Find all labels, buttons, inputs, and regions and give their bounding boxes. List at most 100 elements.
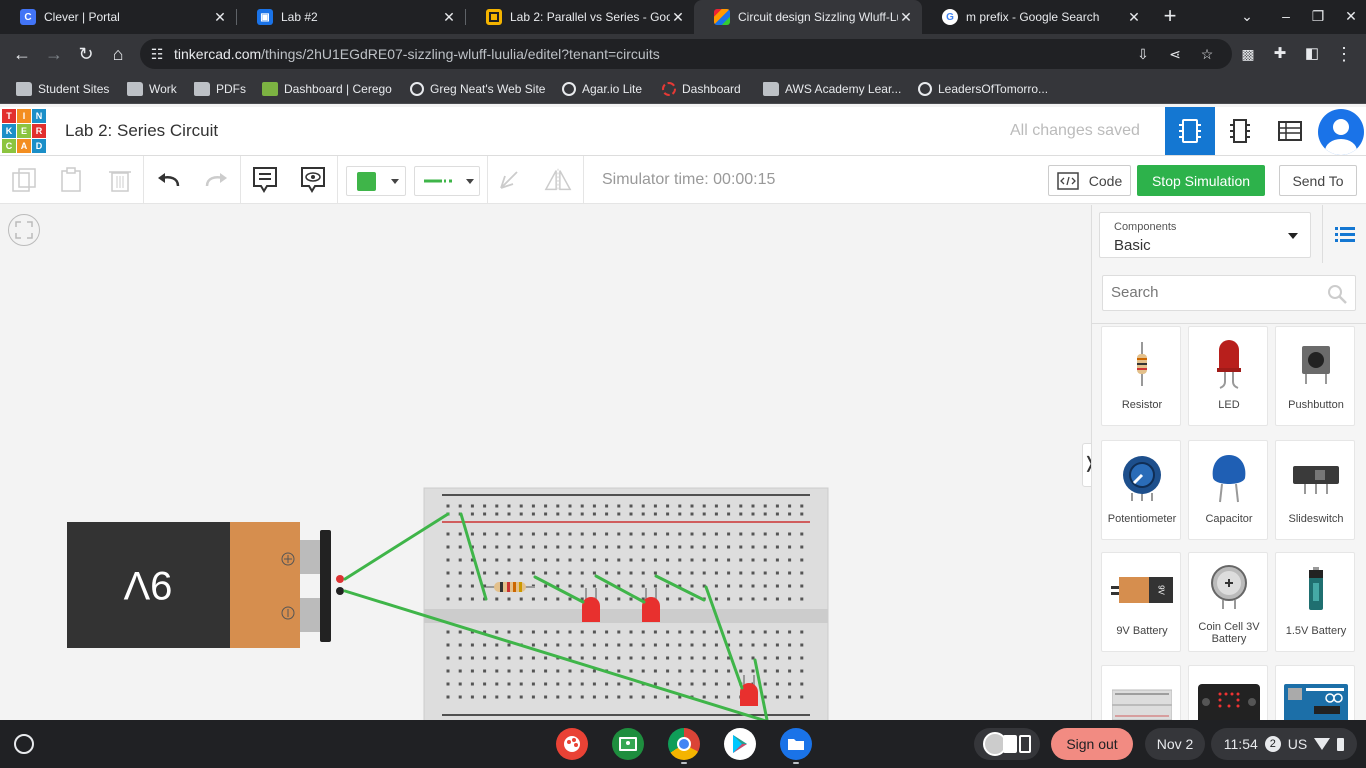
breadboard-hole[interactable] bbox=[775, 669, 779, 673]
breadboard-hole[interactable] bbox=[702, 558, 706, 562]
breadboard-hole[interactable] bbox=[800, 597, 804, 601]
breadboard-hole[interactable] bbox=[507, 656, 511, 660]
breadboard-hole[interactable] bbox=[531, 682, 535, 686]
schematic-view-button[interactable] bbox=[1215, 107, 1265, 155]
breadboard-hole[interactable] bbox=[666, 695, 670, 699]
design-title[interactable]: Lab 2: Series Circuit bbox=[65, 121, 218, 141]
breadboard-hole[interactable] bbox=[495, 512, 499, 516]
breadboard-hole[interactable] bbox=[483, 532, 487, 536]
breadboard-hole[interactable] bbox=[544, 656, 548, 660]
component-slideswitch[interactable]: Slideswitch bbox=[1275, 440, 1355, 540]
bookmark-greg-neat[interactable]: Greg Neat's Web Site bbox=[410, 80, 545, 98]
component-breadboard[interactable] bbox=[1101, 665, 1181, 720]
component-resistor[interactable]: Resistor bbox=[1101, 326, 1181, 426]
breadboard-hole[interactable] bbox=[751, 643, 755, 647]
breadboard-hole[interactable] bbox=[580, 682, 584, 686]
extension-icon[interactable]: ▩ bbox=[1234, 40, 1262, 68]
breadboard-hole[interactable] bbox=[775, 512, 779, 516]
component-search-input[interactable] bbox=[1111, 284, 1311, 301]
breadboard-hole[interactable] bbox=[458, 656, 462, 660]
breadboard-hole[interactable] bbox=[531, 504, 535, 508]
breadboard-hole[interactable] bbox=[592, 656, 596, 660]
breadboard-hole[interactable] bbox=[702, 669, 706, 673]
breadboard-hole[interactable] bbox=[751, 545, 755, 549]
back-icon[interactable]: ← bbox=[8, 40, 36, 68]
breadboard-hole[interactable] bbox=[483, 682, 487, 686]
breadboard-hole[interactable] bbox=[483, 656, 487, 660]
breadboard-hole[interactable] bbox=[556, 558, 560, 562]
breadboard-hole[interactable] bbox=[544, 558, 548, 562]
breadboard-hole[interactable] bbox=[568, 597, 572, 601]
holding-space[interactable] bbox=[974, 728, 1040, 760]
bookmark-student-sites[interactable]: Student Sites bbox=[16, 80, 109, 98]
breadboard-hole[interactable] bbox=[556, 643, 560, 647]
breadboard-hole[interactable] bbox=[568, 682, 572, 686]
breadboard-hole[interactable] bbox=[605, 695, 609, 699]
breadboard-hole[interactable] bbox=[580, 512, 584, 516]
breadboard-hole[interactable] bbox=[775, 571, 779, 575]
breadboard-hole[interactable] bbox=[763, 545, 767, 549]
breadboard-hole[interactable] bbox=[653, 512, 657, 516]
breadboard-hole[interactable] bbox=[592, 545, 596, 549]
breadboard-hole[interactable] bbox=[702, 695, 706, 699]
breadboard-hole[interactable] bbox=[763, 695, 767, 699]
breadboard-hole[interactable] bbox=[544, 532, 548, 536]
install-icon[interactable]: ⇩ bbox=[1134, 45, 1152, 63]
breadboard-hole[interactable] bbox=[507, 504, 511, 508]
tab-tinkercad[interactable]: Circuit design Sizzling Wluff-Lu ✕ bbox=[694, 0, 922, 34]
breadboard-hole[interactable] bbox=[788, 597, 792, 601]
breadboard-hole[interactable] bbox=[556, 597, 560, 601]
breadboard-hole[interactable] bbox=[544, 597, 548, 601]
tab-lab2-slides[interactable]: Lab 2: Parallel vs Series - Goog ✕ bbox=[466, 0, 694, 34]
breadboard-hole[interactable] bbox=[556, 512, 560, 516]
new-tab-button[interactable]: + bbox=[1158, 2, 1182, 30]
breadboard-hole[interactable] bbox=[666, 630, 670, 634]
breadboard-hole[interactable] bbox=[544, 695, 548, 699]
breadboard-hole[interactable] bbox=[507, 597, 511, 601]
breadboard-hole[interactable] bbox=[568, 695, 572, 699]
date-tray[interactable]: Nov 2 bbox=[1145, 728, 1205, 760]
breadboard-hole[interactable] bbox=[800, 695, 804, 699]
breadboard-hole[interactable] bbox=[727, 630, 731, 634]
breadboard-hole[interactable] bbox=[470, 656, 474, 660]
breadboard-hole[interactable] bbox=[483, 558, 487, 562]
breadboard-hole[interactable] bbox=[763, 597, 767, 601]
breadboard-hole[interactable] bbox=[531, 545, 535, 549]
breadboard-hole[interactable] bbox=[702, 504, 706, 508]
delete-icon[interactable] bbox=[106, 166, 134, 194]
breadboard-hole[interactable] bbox=[544, 504, 548, 508]
breadboard-hole[interactable] bbox=[775, 682, 779, 686]
breadboard-hole[interactable] bbox=[714, 512, 718, 516]
breadboard-hole[interactable] bbox=[641, 656, 645, 660]
breadboard-hole[interactable] bbox=[678, 682, 682, 686]
breadboard-hole[interactable] bbox=[629, 669, 633, 673]
home-icon[interactable]: ⌂ bbox=[104, 40, 132, 68]
breadboard-hole[interactable] bbox=[641, 532, 645, 536]
system-tray[interactable]: 11:54 2 US bbox=[1211, 728, 1357, 760]
breadboard-hole[interactable] bbox=[580, 643, 584, 647]
breadboard-hole[interactable] bbox=[531, 597, 535, 601]
breadboard-hole[interactable] bbox=[495, 656, 499, 660]
breadboard-hole[interactable] bbox=[775, 545, 779, 549]
breadboard-hole[interactable] bbox=[605, 682, 609, 686]
breadboard-hole[interactable] bbox=[629, 558, 633, 562]
breadboard-hole[interactable] bbox=[788, 532, 792, 536]
breadboard-hole[interactable] bbox=[678, 643, 682, 647]
breadboard-hole[interactable] bbox=[714, 545, 718, 549]
breadboard-hole[interactable] bbox=[531, 571, 535, 575]
breadboard-hole[interactable] bbox=[470, 584, 474, 588]
breadboard-hole[interactable] bbox=[653, 571, 657, 575]
breadboard-hole[interactable] bbox=[495, 695, 499, 699]
bookmark-star-icon[interactable]: ☆ bbox=[1198, 45, 1216, 63]
breadboard-hole[interactable] bbox=[751, 558, 755, 562]
tab-close-icon[interactable]: ✕ bbox=[898, 9, 914, 26]
breadboard-hole[interactable] bbox=[470, 512, 474, 516]
breadboard-hole[interactable] bbox=[702, 532, 706, 536]
bookmark-pdfs[interactable]: PDFs bbox=[194, 80, 246, 98]
minimize-icon[interactable]: – bbox=[1269, 0, 1303, 34]
component-coin-cell[interactable]: Coin Cell 3V Battery bbox=[1188, 552, 1268, 652]
canvas-app-icon[interactable] bbox=[556, 728, 588, 760]
breadboard-hole[interactable] bbox=[483, 571, 487, 575]
breadboard-hole[interactable] bbox=[446, 643, 450, 647]
tab-close-icon[interactable]: ✕ bbox=[212, 9, 228, 26]
